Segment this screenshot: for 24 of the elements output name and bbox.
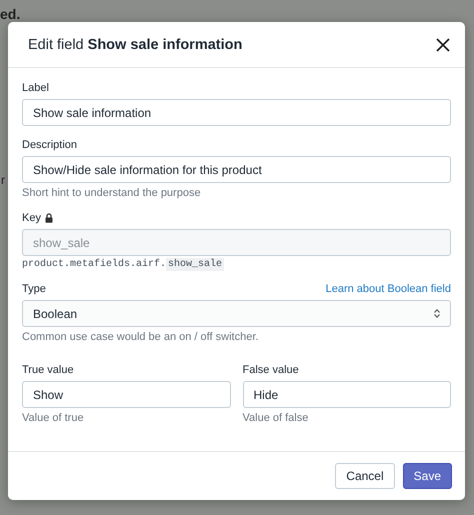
field-label: Label [22,82,50,94]
hint-text: Value of true [22,412,85,424]
input-field[interactable]: Show sale information [22,99,451,126]
save-button[interactable]: Save [402,463,452,489]
background-text: ed. [0,6,20,22]
chevron-icon [434,309,440,318]
field-label: Key [22,212,41,224]
type-select[interactable]: Boolean [22,300,451,327]
field-label: False value [242,364,300,376]
hint-text: Common use case would be an on / off switcher. [22,331,260,343]
cancel-button[interactable]: Cancel [335,463,395,489]
field-label: True value [22,364,75,376]
input-field[interactable]: Show [22,381,230,408]
input-field[interactable]: Show/Hide sale information for this product [22,156,451,183]
hint-text: Short hint to understand the purpose [22,187,202,199]
close-button[interactable] [435,36,451,52]
background-text: r [1,173,5,187]
field-label: Description [22,139,78,151]
hint-text: Value of false [242,412,310,424]
dialog-title: Edit field Show sale information [28,36,242,52]
help-link[interactable]: Learn about Boolean field [326,283,451,295]
input-field[interactable]: Hide [242,381,451,408]
field-label: Type [22,283,46,295]
key-path: product.metafields.airf. show_sale [22,259,226,270]
